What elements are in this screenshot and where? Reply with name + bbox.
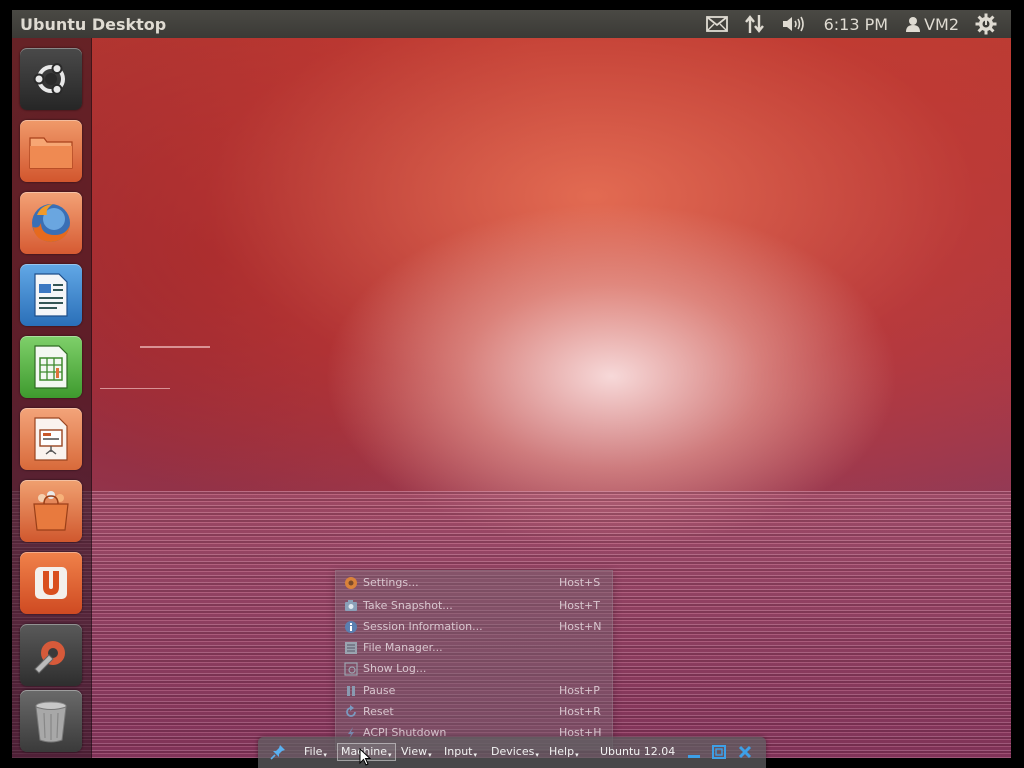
log-icon	[343, 661, 358, 676]
launcher-writer[interactable]	[20, 264, 82, 326]
settings-icon	[343, 575, 358, 590]
session-gear-icon[interactable]	[967, 10, 1005, 38]
launcher-calc[interactable]	[20, 336, 82, 398]
menu-view[interactable]: View▾	[401, 745, 432, 759]
launcher-software-center[interactable]	[20, 480, 82, 542]
firefox-icon	[32, 204, 70, 242]
ubuntu-one-icon	[35, 567, 67, 599]
menu-help[interactable]: Help▾	[549, 745, 579, 759]
reset-icon	[343, 704, 358, 719]
shopping-bag-icon	[33, 491, 69, 531]
vm-name-label: Ubuntu 12.04	[600, 745, 676, 758]
file-manager-icon	[343, 640, 358, 655]
snapshot-icon	[343, 598, 358, 613]
impress-presentation-icon	[34, 417, 68, 461]
ubuntu-logo-icon	[33, 63, 65, 95]
window-title: Ubuntu Desktop	[20, 14, 167, 34]
render-artifact	[100, 388, 170, 389]
render-artifact	[140, 346, 210, 348]
writer-document-icon	[34, 273, 68, 317]
launcher-files[interactable]	[20, 120, 82, 182]
launcher-firefox[interactable]	[20, 192, 82, 254]
top-panel: Ubuntu Desktop 6:13 PM VM2	[12, 10, 1011, 38]
close-icon[interactable]	[737, 744, 753, 760]
clock[interactable]: 6:13 PM	[814, 10, 898, 38]
pin-icon[interactable]	[270, 744, 286, 760]
info-icon	[343, 619, 358, 634]
menu-item-show-log[interactable]: Show Log...	[336, 658, 612, 679]
menu-file[interactable]: File▾	[304, 745, 327, 759]
user-name: VM2	[924, 14, 959, 34]
pause-icon	[343, 683, 358, 698]
menu-input[interactable]: Input▾	[444, 745, 477, 759]
menu-item-session-information[interactable]: Session Information... Host+N	[336, 616, 612, 637]
user-menu[interactable]: VM2	[898, 10, 967, 38]
calc-spreadsheet-icon	[34, 345, 68, 389]
menu-item-pause[interactable]: Pause Host+P	[336, 680, 612, 701]
launcher-dash-home[interactable]	[20, 48, 82, 110]
mail-icon[interactable]	[698, 10, 736, 38]
network-arrows-icon[interactable]	[736, 10, 774, 38]
machine-menu: Settings... Host+S Take Snapshot... Host…	[335, 570, 613, 750]
launcher-ubuntu-one[interactable]	[20, 552, 82, 614]
folder-icon	[29, 137, 73, 169]
user-icon	[906, 17, 921, 32]
menu-devices[interactable]: Devices▾	[491, 745, 539, 759]
volume-icon[interactable]	[774, 10, 814, 38]
menu-item-file-manager[interactable]: File Manager...	[336, 637, 612, 658]
menu-item-settings[interactable]: Settings... Host+S	[336, 572, 612, 593]
menu-item-reset[interactable]: Reset Host+R	[336, 701, 612, 722]
screen: Ubuntu Desktop 6:13 PM VM2 Settings... H…	[0, 0, 1024, 768]
launcher-trash[interactable]	[20, 690, 82, 752]
trash-icon	[35, 701, 67, 743]
settings-wrench-icon	[34, 641, 65, 674]
minimize-icon[interactable]	[686, 744, 702, 760]
indicator-area: 6:13 PM VM2	[698, 10, 1005, 38]
launcher-system-settings[interactable]	[20, 624, 82, 686]
mouse-cursor-icon	[359, 748, 371, 766]
menu-item-take-snapshot[interactable]: Take Snapshot... Host+T	[336, 595, 612, 616]
restore-icon[interactable]	[711, 744, 727, 760]
launcher-impress[interactable]	[20, 408, 82, 470]
launcher	[12, 38, 92, 758]
vbox-mini-toolbar: File▾ Machine▾ View▾ Input▾ Devices▾ Hel…	[258, 737, 766, 768]
